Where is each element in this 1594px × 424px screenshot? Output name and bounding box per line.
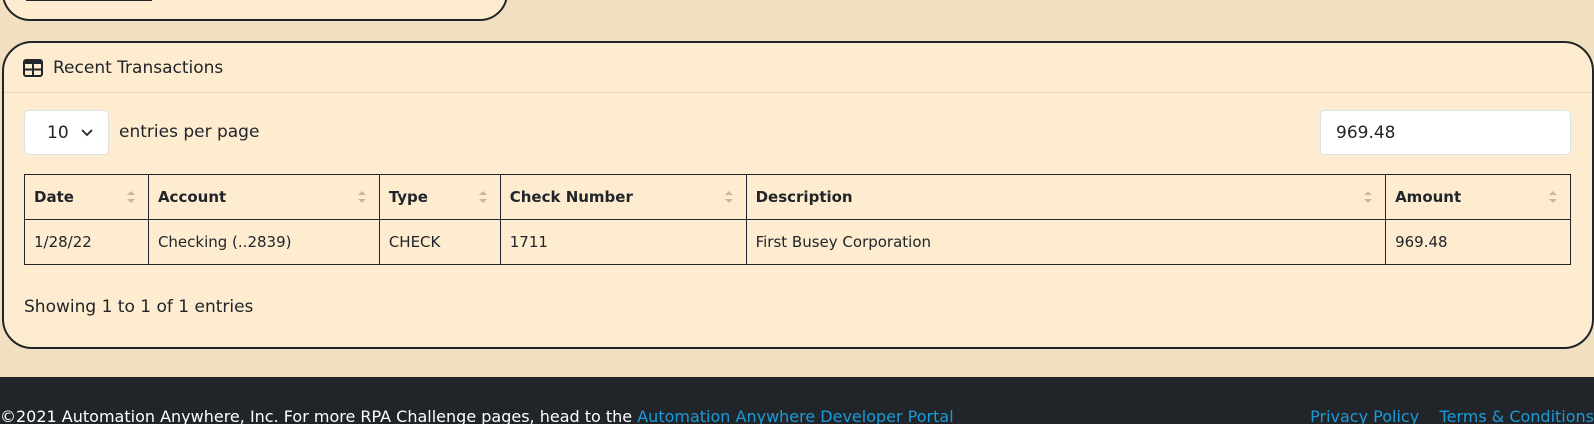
column-header-type[interactable]: Type	[378, 174, 501, 220]
table-row: 1/28/22 Checking (..2839) CHECK 1711 Fir…	[24, 219, 1571, 265]
card-title: Recent Transactions	[53, 57, 224, 78]
chevron-down-icon	[81, 128, 93, 137]
entries-select-value: 10	[47, 122, 69, 143]
sort-icon	[1364, 191, 1373, 203]
table-header-row: Date Account Type Check Number Descripti…	[24, 174, 1571, 220]
search-input[interactable]	[1320, 110, 1571, 155]
sort-icon	[357, 191, 366, 203]
terms-link[interactable]: Terms & Conditions	[1440, 407, 1594, 424]
developer-portal-link[interactable]: Automation Anywhere Developer Portal	[637, 407, 953, 424]
column-header-date[interactable]: Date	[24, 174, 149, 220]
table-controls: 10 entries per page	[4, 110, 1592, 156]
table-icon	[23, 58, 43, 77]
sort-icon	[1549, 191, 1557, 203]
cell-amount: 969.48	[1385, 219, 1571, 265]
footer: ©2021 Automation Anywhere, Inc. For more…	[0, 377, 1594, 424]
column-header-account[interactable]: Account	[147, 174, 380, 220]
sort-icon	[126, 191, 135, 203]
privacy-policy-link[interactable]: Privacy Policy	[1310, 407, 1419, 424]
entries-per-page-select[interactable]: 10	[24, 110, 109, 155]
previous-card	[2, 0, 508, 21]
recent-transactions-card: Recent Transactions 10 entries per page …	[2, 41, 1594, 349]
cell-date: 1/28/22	[24, 219, 149, 265]
entries-per-page-label: entries per page	[119, 122, 260, 142]
footer-spacer	[1424, 407, 1434, 424]
sort-icon	[478, 191, 487, 203]
cell-account: Checking (..2839)	[147, 219, 380, 265]
column-header-amount[interactable]: Amount	[1385, 174, 1571, 220]
footer-copyright: ©2021 Automation Anywhere, Inc. For more…	[0, 407, 638, 424]
cell-description: First Busey Corporation	[745, 219, 1387, 265]
cell-check-number: 1711	[499, 219, 747, 265]
transactions-table: Date Account Type Check Number Descripti…	[24, 174, 1571, 265]
footer-left: ©2021 Automation Anywhere, Inc. For more…	[0, 407, 954, 424]
underline-divider	[26, 0, 152, 1]
table-info: Showing 1 to 1 of 1 entries	[24, 297, 254, 317]
column-header-check-number[interactable]: Check Number	[499, 174, 747, 220]
sort-icon	[724, 191, 733, 203]
card-header: Recent Transactions	[4, 43, 1592, 93]
cell-type: CHECK	[378, 219, 501, 265]
footer-right: Privacy Policy Terms & Conditions	[1310, 407, 1594, 424]
column-header-description[interactable]: Description	[745, 174, 1387, 220]
